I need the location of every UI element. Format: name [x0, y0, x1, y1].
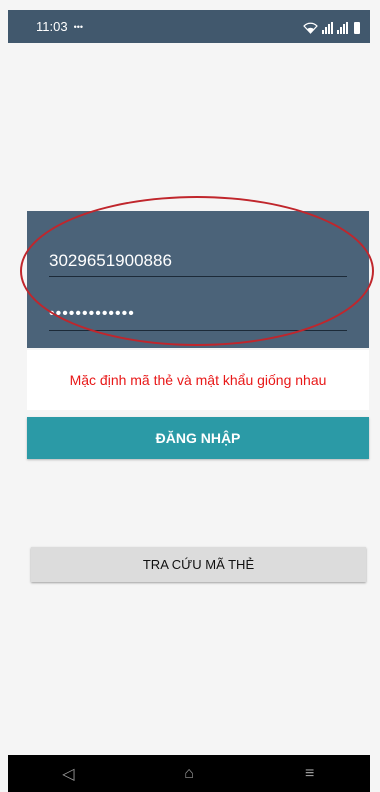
home-icon[interactable]: ⌂ [169, 759, 209, 789]
status-time: 11:03 [36, 19, 68, 34]
hint-text: Mặc định mã thẻ và mật khẩu giống nhau [69, 372, 327, 388]
status-bar: 11:03 ••• [8, 10, 370, 43]
signal-icon [337, 21, 348, 34]
status-left: 11:03 ••• [36, 19, 83, 34]
more-notifications-icon: ••• [73, 21, 84, 32]
password-field[interactable]: ••••••••••••• [49, 297, 347, 331]
phone-screen: 11:03 ••• ••••••••••••• Mặc định mã thẻ … [0, 0, 380, 792]
hint-box: Mặc định mã thẻ và mật khẩu giống nhau [27, 350, 369, 410]
login-button[interactable]: ĐĂNG NHẬP [27, 417, 369, 459]
signal-icon [322, 21, 333, 34]
card-number-field[interactable] [49, 245, 347, 277]
login-panel: ••••••••••••• [27, 211, 369, 348]
status-icons [303, 20, 360, 34]
lookup-card-button[interactable]: TRA CỨU MÃ THẺ [31, 547, 366, 582]
menu-icon[interactable]: ≡ [290, 759, 330, 789]
battery-icon [354, 21, 360, 34]
navigation-bar: ◁ ⌂ ≡ [8, 755, 370, 792]
back-icon[interactable]: ◁ [48, 759, 88, 789]
wifi-icon [303, 22, 318, 34]
